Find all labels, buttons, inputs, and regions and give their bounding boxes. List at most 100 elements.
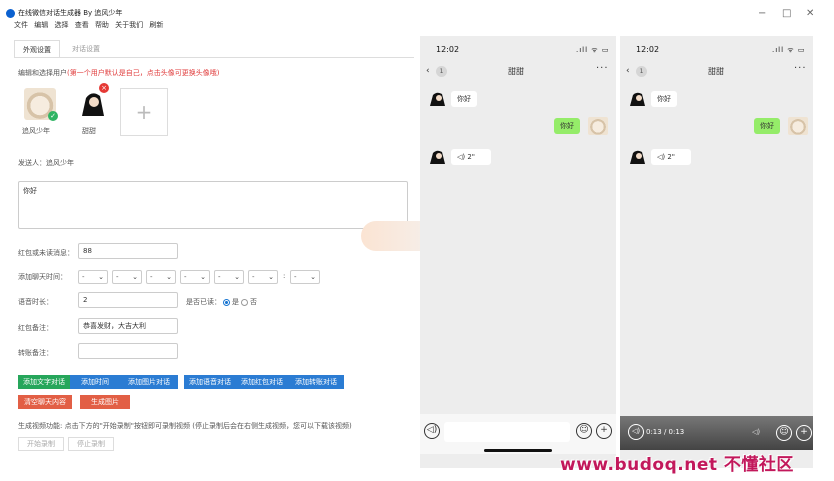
time-select-3[interactable]: - ⌄ — [146, 270, 176, 284]
time-select-1-value: - — [82, 273, 85, 281]
emoji-icon[interactable]: ☺ — [576, 423, 592, 439]
users-hint-text: 编辑和选择用户 — [18, 69, 67, 77]
phone-status-icons: .ıll ᯤ ▭ — [576, 46, 610, 54]
time-select-3-value: - — [150, 273, 153, 281]
more-icon[interactable]: ··· — [596, 63, 609, 74]
user-1-name: 追风少年 — [22, 127, 50, 135]
voice-input[interactable]: 2 — [78, 292, 178, 308]
video-preview: 12:02 .ıll ᯤ ▭ ‹ 1 甜甜 ··· 你好 你好 ◁) 2" ◁)… — [620, 36, 813, 468]
time-select-4[interactable]: - ⌄ — [180, 270, 210, 284]
add-redpacket-button[interactable]: 添加红包对话 — [236, 375, 288, 389]
selected-check-icon: ✓ — [48, 111, 58, 121]
time-select-1[interactable]: - ⌄ — [78, 270, 108, 284]
video-emoji-icon: ☺ — [776, 425, 792, 441]
read-label: 是否已读： — [186, 298, 221, 306]
transfer-label: 转账备注： — [18, 349, 53, 357]
video-bubble-left: 你好 — [651, 91, 677, 107]
read-yes-radio[interactable] — [223, 298, 230, 306]
menu-view[interactable]: 查看 — [75, 21, 89, 29]
minimize-button[interactable]: − — [758, 8, 766, 19]
menu-refresh[interactable]: 刷新 — [149, 21, 163, 29]
menu-select[interactable]: 选择 — [54, 21, 68, 29]
time-select-7-value: - — [294, 273, 297, 281]
redpacket-label: 红包备注： — [18, 324, 53, 332]
time-label: 添加聊天时间： — [18, 273, 67, 281]
chat-contact-name: 甜甜 — [508, 67, 524, 76]
video-contact-avatar — [630, 150, 645, 164]
video-bubble-right: 你好 — [754, 118, 780, 134]
back-chevron-icon[interactable]: ‹ — [426, 66, 430, 76]
unread-input[interactable]: 88 — [78, 243, 178, 259]
title-bar: 在线微信对话生成器 By 追风少年 文件 编辑 选择 查看 帮助 关于我们 刷新… — [0, 0, 834, 30]
voice-label: 语音时长： — [18, 298, 53, 306]
start-record-button[interactable]: 开始录制 — [18, 437, 64, 451]
time-select-7[interactable]: - ⌄ — [290, 270, 320, 284]
transfer-input[interactable] — [78, 343, 178, 359]
video-voice-bubble: ◁) 2" — [651, 149, 691, 165]
users-hint-red: (第一个用户默认是自己，点击头像可更换头像哦) — [67, 69, 220, 77]
app-logo-icon — [6, 9, 15, 18]
phone-input-bar: ◁) ☺ + — [420, 414, 616, 454]
tab-appearance[interactable]: 外观设置 — [14, 40, 60, 58]
menu-file[interactable]: 文件 — [14, 21, 28, 29]
delete-user-icon[interactable]: × — [99, 83, 109, 93]
time-select-6-value: - — [252, 273, 255, 281]
menu-edit[interactable]: 编辑 — [34, 21, 48, 29]
chevron-down-icon: ⌄ — [268, 273, 274, 281]
voice-icon[interactable]: ◁) — [424, 423, 440, 439]
time-select-6[interactable]: - ⌄ — [248, 270, 278, 284]
generate-image-button[interactable]: 生成图片 — [80, 395, 130, 409]
message-bubble-right: 你好 — [554, 118, 580, 134]
phone-message-input[interactable] — [444, 422, 570, 442]
time-select-5[interactable]: - ⌄ — [214, 270, 244, 284]
app-window: 在线微信对话生成器 By 追风少年 文件 编辑 选择 查看 帮助 关于我们 刷新… — [0, 0, 834, 481]
add-image-button[interactable]: 添加图片对话 — [120, 375, 178, 389]
tab-divider — [14, 57, 414, 58]
maximize-button[interactable]: □ — [782, 8, 791, 19]
redpacket-input[interactable]: 恭喜发财，大吉大利 — [78, 318, 178, 334]
video-play-icon[interactable]: ◁) — [628, 424, 644, 440]
video-contact-avatar — [630, 92, 645, 106]
tab-dialog[interactable]: 对话设置 — [64, 40, 108, 58]
video-volume-icon[interactable]: ◁) — [752, 428, 760, 436]
window-title: 在线微信对话生成器 By 追风少年 — [18, 9, 123, 17]
clear-chat-button[interactable]: 清空聊天内容 — [18, 395, 72, 409]
contact-avatar — [430, 150, 445, 164]
add-user-button[interactable]: + — [120, 88, 168, 136]
unread-count-badge: 1 — [436, 66, 447, 77]
read-status: 是否已读： 是 否 — [186, 297, 257, 307]
video-more-icon: ··· — [794, 63, 807, 74]
video-contact-name: 甜甜 — [708, 67, 724, 76]
users-hint: 编辑和选择用户(第一个用户默认是自己，点击头像可更换头像哦) — [18, 68, 219, 78]
video-back-chevron-icon: ‹ — [626, 66, 630, 76]
phone-preview: 12:02 .ıll ᯤ ▭ ‹ 1 甜甜 ··· 你好 你好 ◁) 2" ◁)… — [420, 36, 616, 468]
sender-line: 发送人：追风少年 — [18, 158, 74, 168]
settings-panel: 外观设置 对话设置 编辑和选择用户(第一个用户默认是自己，点击头像可更换头像哦)… — [8, 36, 415, 468]
chevron-down-icon: ⌄ — [200, 273, 206, 281]
plus-icon[interactable]: + — [596, 423, 612, 439]
menu-help[interactable]: 帮助 — [95, 21, 109, 29]
video-time: 0:13 / 0:13 — [646, 428, 685, 436]
message-textarea[interactable]: 你好 — [18, 181, 408, 229]
video-phone-time: 12:02 — [636, 45, 660, 54]
menu-about[interactable]: 关于我们 — [115, 21, 143, 29]
read-no-radio[interactable] — [241, 298, 248, 306]
sender-label: 发送人： — [18, 159, 46, 167]
time-colon: : — [283, 272, 286, 280]
video-unread-badge: 1 — [636, 66, 647, 77]
chevron-down-icon: ⌄ — [166, 273, 172, 281]
add-transfer-button[interactable]: 添加转账对话 — [288, 375, 344, 389]
add-voice-button[interactable]: 添加语音对话 — [184, 375, 236, 389]
close-button[interactable]: ✕ — [806, 8, 814, 19]
chevron-down-icon: ⌄ — [234, 273, 240, 281]
video-plus-icon: + — [796, 425, 812, 441]
watermark: www.budoq.net 不懂社区 — [560, 455, 794, 475]
add-time-button[interactable]: 添加时间 — [70, 375, 120, 389]
stop-record-button[interactable]: 停止录制 — [68, 437, 114, 451]
read-yes-label: 是 — [232, 298, 239, 306]
add-text-button[interactable]: 添加文字对话 — [18, 375, 70, 389]
sender-name: 追风少年 — [46, 159, 74, 167]
chevron-down-icon: ⌄ — [98, 273, 104, 281]
video-hint: 生成视频功能: 点击下方的"开始录制"按钮即可录制视频 (停止录制后会在右侧生成… — [18, 422, 352, 430]
time-select-2[interactable]: - ⌄ — [112, 270, 142, 284]
